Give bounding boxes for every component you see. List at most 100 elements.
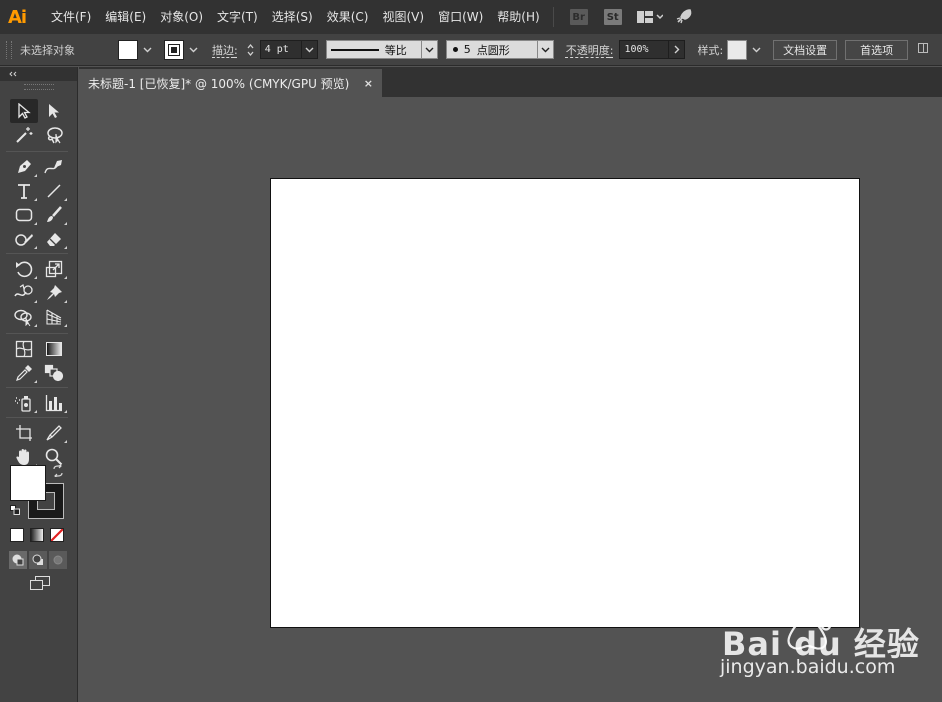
type-tool[interactable] (10, 179, 38, 203)
stroke-weight-input[interactable]: 4 pt (259, 40, 302, 59)
pen-tool[interactable] (10, 155, 38, 179)
artboard[interactable] (270, 178, 860, 628)
opacity-input[interactable]: 100% (619, 40, 670, 59)
rectangle-tool[interactable] (10, 203, 38, 227)
brush-definition[interactable]: 5 点圆形 (445, 40, 538, 59)
color-mode-button[interactable] (10, 528, 24, 542)
chevron-down-icon (541, 47, 550, 52)
graphic-style-swatch[interactable] (727, 39, 748, 60)
tool-divider (6, 253, 68, 254)
arrange-documents-button[interactable] (636, 7, 664, 27)
stroke-weight-spinner[interactable] (244, 40, 258, 60)
slice-tool[interactable] (40, 421, 68, 445)
curvature-tool[interactable] (40, 155, 68, 179)
document-tab-title: 未标题-1 [已恢复]* @ 100% (CMYK/GPU 预览) (88, 76, 350, 91)
fill-swatch[interactable] (10, 465, 46, 501)
stroke-color-swatch[interactable] (164, 39, 184, 60)
menu-help[interactable]: 帮助(H) (490, 0, 546, 34)
warp-tool[interactable] (10, 281, 38, 305)
magic-wand-tool[interactable] (10, 123, 38, 147)
draw-behind-button[interactable] (29, 551, 47, 569)
flyout-indicator (34, 324, 37, 327)
swap-fill-stroke-button[interactable] (52, 463, 64, 480)
rocket-icon (676, 9, 691, 24)
default-colors-icon (10, 505, 20, 515)
profile-dropdown[interactable] (421, 40, 438, 59)
document-tab-bar: 未标题-1 [已恢复]* @ 100% (CMYK/GPU 预览) × (79, 67, 942, 97)
graphic-style-dropdown[interactable] (749, 40, 763, 60)
menu-edit[interactable]: 编辑(E) (98, 0, 153, 34)
control-bar-grip[interactable] (6, 40, 12, 59)
default-fill-stroke-button[interactable] (10, 504, 20, 518)
stroke-weight-dropdown[interactable] (301, 40, 318, 59)
flyout-indicator (34, 246, 37, 249)
draw-inside-button[interactable] (49, 551, 67, 569)
mesh-tool[interactable] (10, 337, 38, 361)
menu-select[interactable]: 选择(S) (265, 0, 320, 34)
arrow-outline-icon (18, 103, 31, 119)
pushpin-icon (47, 285, 62, 300)
selection-tool[interactable] (10, 99, 38, 123)
line-segment-tool[interactable] (40, 179, 68, 203)
menu-window[interactable]: 窗口(W) (431, 0, 490, 34)
draw-normal-button[interactable] (9, 551, 27, 569)
symbol-sprayer-icon (15, 396, 31, 412)
control-bar-menu-button[interactable] (918, 43, 929, 56)
brush-size: 5 (463, 43, 471, 56)
preferences-button[interactable]: 首选项 (845, 39, 909, 60)
rotate-tool[interactable] (10, 257, 38, 281)
bridge-button[interactable]: Br (569, 9, 588, 25)
type-icon (18, 184, 30, 199)
chevron-down-icon (189, 47, 197, 52)
control-bar: 未选择对象 描边: 4 pt 等比 5 点圆形 不透明度: 100% 样式: 文… (0, 34, 942, 66)
tool-divider (6, 151, 68, 152)
opacity-slider-button[interactable] (669, 40, 686, 59)
variable-width-profile[interactable]: 等比 (325, 40, 422, 59)
tools-panel (0, 67, 78, 702)
eyedropper-tool[interactable] (10, 361, 38, 385)
tools-panel-grip[interactable] (23, 84, 54, 90)
menu-object[interactable]: 对象(O) (153, 0, 210, 34)
gradient-mode-button[interactable] (30, 528, 44, 542)
direct-selection-tool[interactable] (40, 99, 68, 123)
app-logo: Ai (7, 6, 27, 28)
fill-color-dropdown[interactable] (140, 40, 154, 60)
menu-file[interactable]: 文件(F) (44, 0, 98, 34)
menu-view[interactable]: 视图(V) (375, 0, 431, 34)
shape-builder-tool[interactable] (10, 305, 38, 329)
scale-tool[interactable] (40, 257, 68, 281)
shaper-tool[interactable] (10, 227, 38, 251)
collapse-icon (9, 71, 17, 77)
document-setup-button[interactable]: 文档设置 (773, 39, 838, 60)
flyout-indicator (64, 410, 67, 413)
eraser-tool[interactable] (40, 227, 68, 251)
profile-label: 等比 (384, 43, 407, 57)
fill-color-swatch[interactable] (118, 39, 138, 60)
menu-bar: Ai 文件(F) 编辑(E) 对象(O) 文字(T) 选择(S) 效果(C) 视… (0, 0, 942, 34)
gradient-tool[interactable] (40, 337, 68, 361)
column-graph-tool[interactable] (40, 391, 68, 415)
stroke-label[interactable]: 描边: (212, 42, 238, 58)
close-document-button[interactable]: × (364, 77, 373, 90)
scale-icon (45, 260, 63, 278)
stock-button[interactable]: St (603, 9, 622, 25)
paintbrush-tool[interactable] (40, 203, 68, 227)
puppet-warp-tool[interactable] (40, 281, 68, 305)
screen-mode-button[interactable] (30, 576, 50, 593)
perspective-grid-tool[interactable] (40, 305, 68, 329)
gpu-performance-button[interactable] (672, 7, 696, 27)
none-mode-button[interactable] (50, 528, 64, 542)
symbol-sprayer-tool[interactable] (10, 391, 38, 415)
rotate-icon (16, 261, 33, 278)
lasso-tool[interactable] (40, 123, 68, 147)
tools-panel-header[interactable] (0, 67, 77, 81)
opacity-label-text: 不透明度 (565, 43, 610, 57)
opacity-label[interactable]: 不透明度: (566, 42, 614, 58)
menu-type[interactable]: 文字(T) (210, 0, 265, 34)
artboard-tool[interactable] (10, 421, 38, 445)
document-tab[interactable]: 未标题-1 [已恢复]* @ 100% (CMYK/GPU 预览) × (79, 69, 382, 97)
menu-effect[interactable]: 效果(C) (320, 0, 376, 34)
stroke-color-dropdown[interactable] (186, 40, 200, 60)
brush-dropdown[interactable] (537, 40, 554, 59)
blend-tool[interactable] (40, 361, 68, 385)
